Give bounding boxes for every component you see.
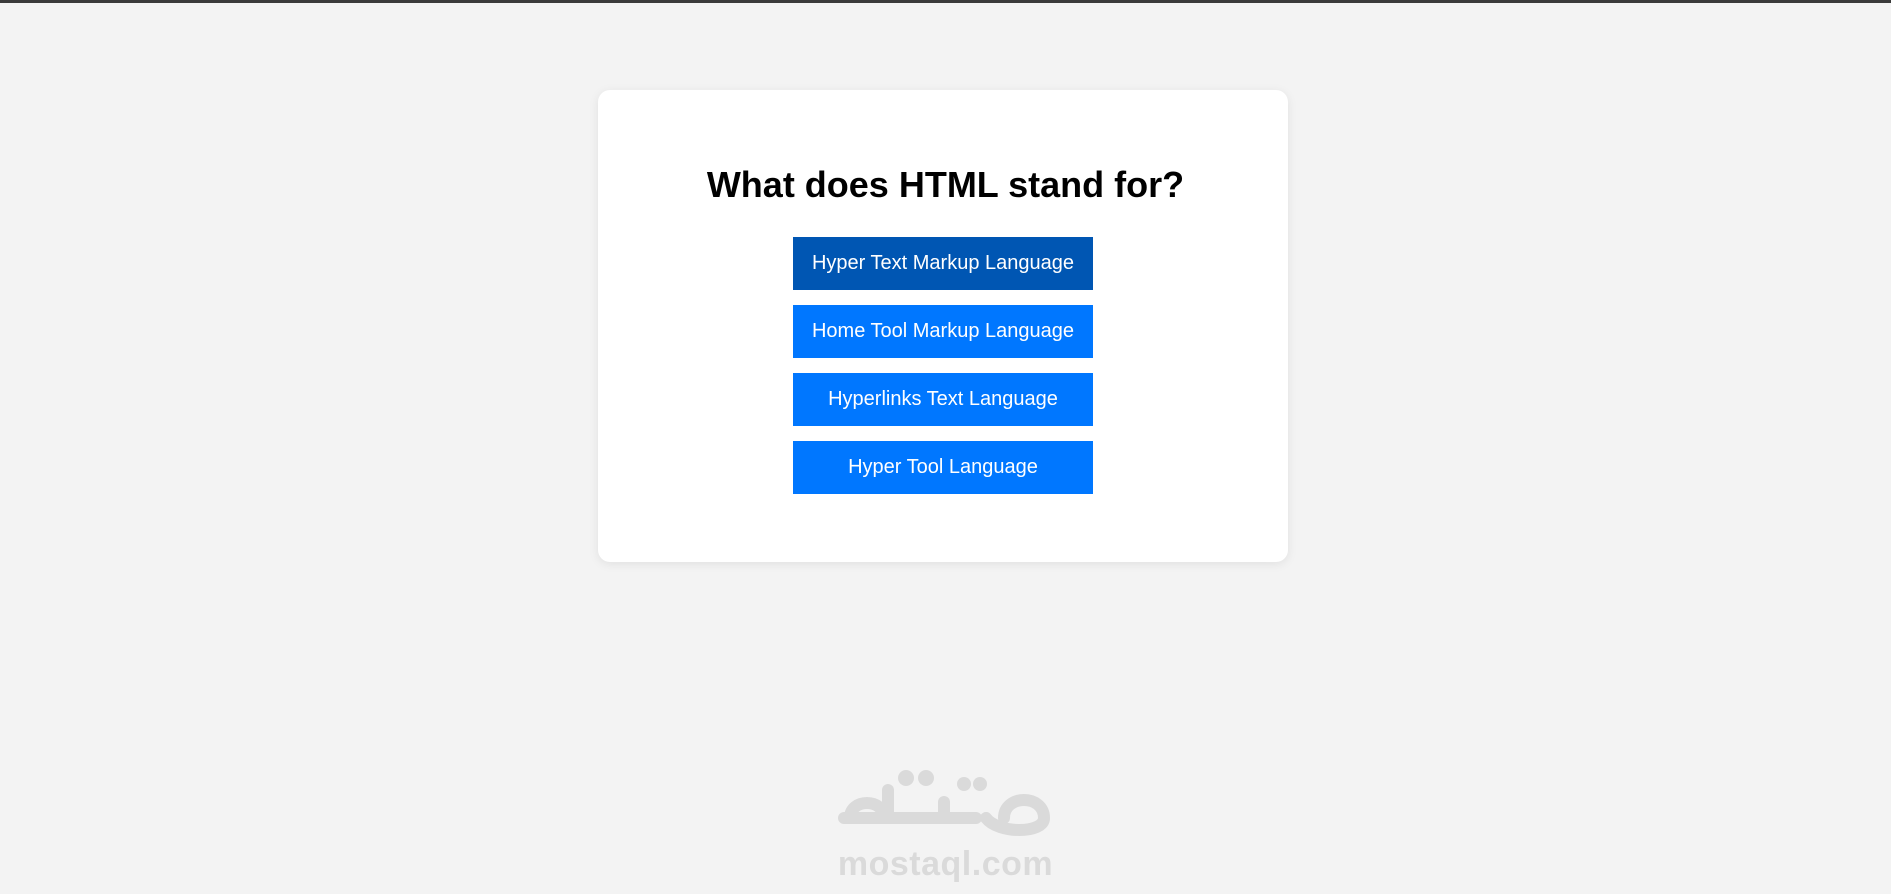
answer-button-2[interactable]: Home Tool Markup Language	[793, 305, 1093, 358]
watermark-text: mostaql.com	[837, 845, 1054, 883]
answer-button-1[interactable]: Hyper Text Markup Language	[793, 237, 1093, 290]
answer-list: Hyper Text Markup Language Home Tool Mar…	[793, 237, 1093, 509]
mostaql-watermark: mostaql.com	[0, 760, 1891, 884]
answer-button-4[interactable]: Hyper Tool Language	[793, 441, 1093, 494]
mostaql-logo-icon	[837, 770, 1050, 836]
top-border	[0, 0, 1891, 3]
quiz-question: What does HTML stand for?	[706, 164, 1185, 205]
answer-button-3[interactable]: Hyperlinks Text Language	[793, 373, 1093, 426]
